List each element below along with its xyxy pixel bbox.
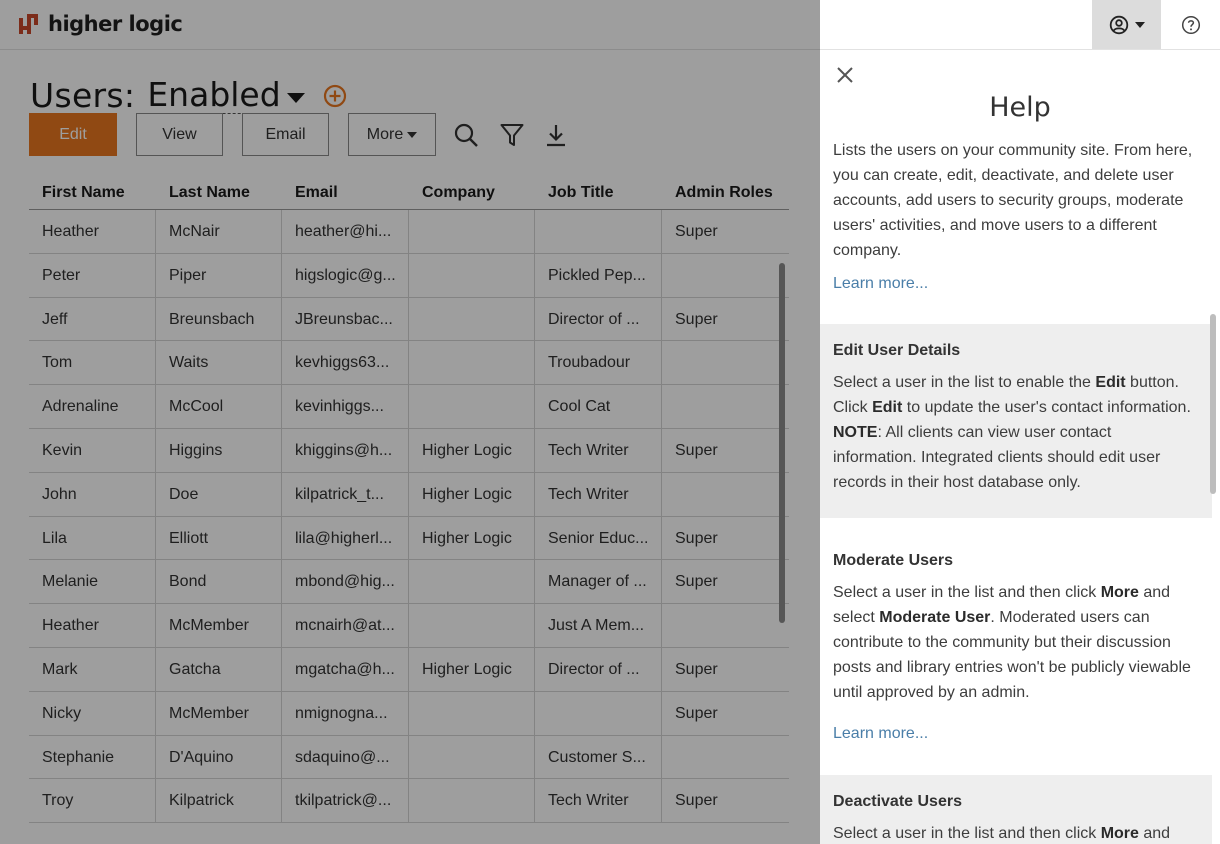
help-scrollbar[interactable] <box>1210 314 1216 494</box>
help-text-fragment: and <box>1138 825 1171 842</box>
user-circle-icon <box>1109 15 1128 34</box>
help-moderate-text: Select a user in the list and then click… <box>833 580 1199 705</box>
help-text-fragment: to update the user's contact information… <box>902 399 1191 416</box>
help-text-bold: Edit <box>1095 374 1126 391</box>
help-section-heading: Moderate Users <box>833 552 954 569</box>
close-icon[interactable] <box>836 66 854 84</box>
help-text-bold: More <box>1100 825 1139 842</box>
help-panel: Help Lists the users on your community s… <box>820 50 1220 844</box>
help-deactivate-text: Select a user in the list and then click… <box>833 821 1199 844</box>
help-text-bold: Moderate User <box>879 609 991 626</box>
help-text-bold: NOTE <box>833 424 878 441</box>
help-text-fragment: Select a user in the list and then click <box>833 584 1101 601</box>
help-moderate-section: Moderate Users Select a user in the list… <box>820 518 1212 775</box>
help-edit-section: Edit User Details Select a user in the l… <box>820 324 1212 518</box>
help-text-fragment: Select a user in the list and then click <box>833 825 1101 842</box>
help-edit-text: Select a user in the list to enable the … <box>833 370 1199 495</box>
chevron-down-icon <box>1134 21 1145 28</box>
help-title: Help <box>989 92 1051 123</box>
help-section-heading: Edit User Details <box>833 342 961 359</box>
learn-more-link[interactable]: Learn more... <box>833 275 1199 293</box>
help-text-fragment: Select a user in the list to enable the <box>833 374 1096 391</box>
user-menu-button[interactable] <box>1092 0 1161 49</box>
modal-backdrop[interactable] <box>0 0 820 844</box>
learn-more-link[interactable]: Learn more... <box>833 725 1199 743</box>
question-circle-icon <box>1181 15 1200 34</box>
help-button[interactable] <box>1161 0 1220 49</box>
help-intro-section: Lists the users on your community site. … <box>820 138 1212 293</box>
help-intro-text: Lists the users on your community site. … <box>833 142 1193 259</box>
help-text-bold: Edit <box>872 399 903 416</box>
help-deactivate-section: Deactivate Users Select a user in the li… <box>820 775 1212 844</box>
help-text-bold: More <box>1100 584 1139 601</box>
help-section-heading: Deactivate Users <box>833 793 962 810</box>
help-text-fragment: : All clients can view user contact info… <box>833 424 1161 491</box>
